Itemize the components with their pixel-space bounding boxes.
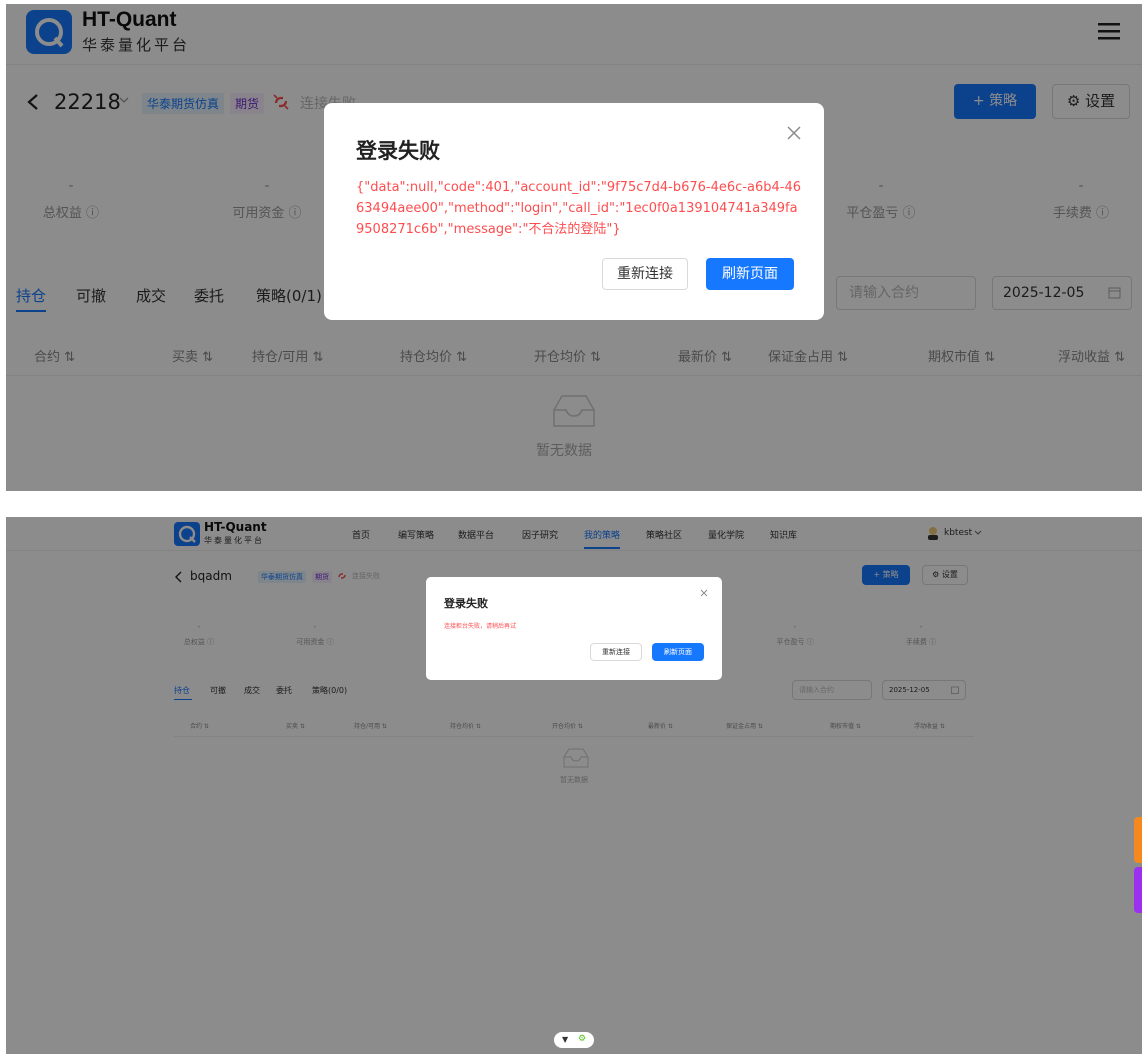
large-screenshot-panel: HT-Quant 华泰量化平台 22218 华泰期货仿真 期货 连接失败 + 策… bbox=[6, 4, 1142, 491]
reconnect-button[interactable]: 重新连接 bbox=[590, 643, 642, 661]
filter-icon[interactable]: ▼ bbox=[562, 1035, 568, 1044]
close-icon[interactable] bbox=[700, 589, 708, 597]
refresh-page-button[interactable]: 刷新页面 bbox=[652, 643, 704, 661]
side-widget-purple[interactable] bbox=[1134, 867, 1142, 913]
login-failed-modal: 登录失败 {"data":null,"code":401,"account_id… bbox=[324, 103, 824, 320]
modal-title: 登录失败 bbox=[444, 597, 488, 610]
modal-title: 登录失败 bbox=[356, 139, 440, 163]
modal-error-message: 连接柜台失败，请稍后再试 bbox=[444, 623, 517, 630]
close-icon[interactable] bbox=[786, 125, 802, 141]
refresh-page-button[interactable]: 刷新页面 bbox=[706, 258, 794, 290]
bottom-toolbar-pill[interactable]: ▼ ⚙ bbox=[554, 1032, 594, 1048]
login-failed-modal: 登录失败 连接柜台失败，请稍后再试 重新连接 刷新页面 bbox=[426, 577, 722, 680]
modal-error-message: {"data":null,"code":401,"account_id":"9f… bbox=[356, 180, 801, 237]
gear-icon[interactable]: ⚙ bbox=[578, 1034, 586, 1044]
small-screenshot-panel: HT-Quant 华泰量化平台 首页 编写策略 数据平台 因子研究 我的策略 策… bbox=[6, 517, 1142, 1054]
reconnect-button[interactable]: 重新连接 bbox=[602, 258, 688, 290]
side-widget-orange[interactable] bbox=[1134, 817, 1142, 863]
